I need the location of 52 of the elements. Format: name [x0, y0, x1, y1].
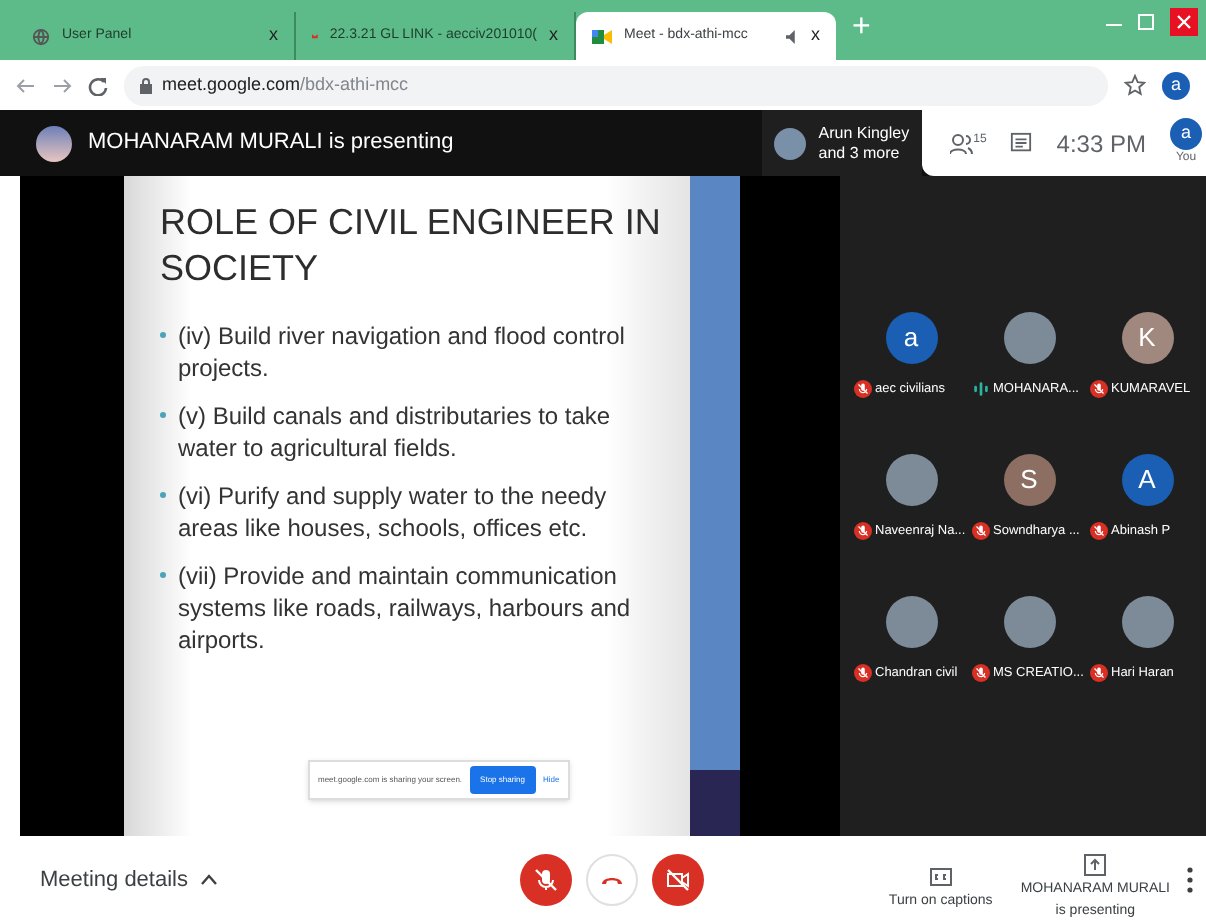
- chevron-up-icon: [200, 874, 218, 886]
- profile-avatar[interactable]: a: [1162, 71, 1190, 99]
- globe-icon: [32, 27, 50, 45]
- captions-icon: [929, 867, 952, 886]
- bullet-icon: [160, 332, 166, 338]
- speaker-icon: [785, 29, 799, 43]
- presenting-status-text: MOHANARAM MURALI is presenting: [88, 128, 454, 159]
- photo-placeholder: [885, 453, 937, 506]
- bullet-icon: [160, 412, 166, 418]
- reload-icon[interactable]: [88, 75, 108, 95]
- bullet-text: (vii) Provide and maintain communication systems like roads, railways, harbours and airports.: [178, 560, 633, 656]
- slide-title: ROLE OF CIVIL ENGINEER IN SOCIETY: [160, 200, 663, 292]
- clock-time: 4:33 PM: [1056, 127, 1146, 161]
- chat-icon[interactable]: [1010, 132, 1033, 154]
- bullet-icon: [160, 572, 166, 578]
- letter-avatar: A: [1121, 453, 1173, 506]
- user-avatar[interactable]: a: [1170, 118, 1202, 150]
- tab-close-button[interactable]: x: [269, 22, 278, 50]
- photo-placeholder: [885, 595, 937, 647]
- people-more: and 3 more: [818, 143, 902, 163]
- photo-placeholder: [1003, 595, 1055, 647]
- camera-button[interactable]: [652, 854, 704, 906]
- letter-avatar: S: [1003, 453, 1055, 506]
- phone-icon: [600, 874, 624, 886]
- star-icon[interactable]: [1124, 74, 1146, 96]
- more-options-icon[interactable]: [1186, 866, 1194, 894]
- microphone-button[interactable]: [520, 854, 572, 906]
- letter-avatar: K: [1121, 312, 1173, 364]
- lock-icon: [140, 77, 152, 93]
- present-icon: [1084, 853, 1107, 875]
- meeting-details-button[interactable]: Meeting details: [40, 863, 520, 897]
- bullet-icon: [160, 492, 166, 498]
- letter-avatar: a: [885, 312, 937, 364]
- video-camera-icon: [592, 27, 612, 45]
- address-bar[interactable]: meet.google.com/bdx-athi-mcc: [124, 65, 1108, 105]
- tab-close-button[interactable]: x: [549, 22, 558, 50]
- forward-icon[interactable]: [52, 75, 72, 95]
- people-icon: [949, 131, 974, 155]
- url-text: meet.google.com/bdx-athi-mcc: [162, 71, 409, 98]
- back-icon[interactable]: [16, 75, 36, 95]
- tab-close-button[interactable]: x: [811, 22, 820, 50]
- bullet-text: (vi) Purify and supply water to the needy areas like houses, schools, offices etc.: [178, 480, 609, 544]
- photo-placeholder: [1003, 312, 1055, 364]
- close-icon[interactable]: [1170, 8, 1198, 36]
- person-avatar: [774, 127, 807, 159]
- photo-placeholder: [1121, 595, 1173, 647]
- muted-microphone-icon: [534, 868, 558, 892]
- bullet-text: (v) Build canals and distributaries to take water to agricultural fields.: [178, 400, 613, 464]
- camera-off-icon: [666, 868, 690, 892]
- presenter-avatar: [36, 125, 72, 161]
- people-name: Arun Kingley: [818, 123, 910, 143]
- bullet-text: (iv) Build river navigation and flood control projects.: [178, 320, 627, 384]
